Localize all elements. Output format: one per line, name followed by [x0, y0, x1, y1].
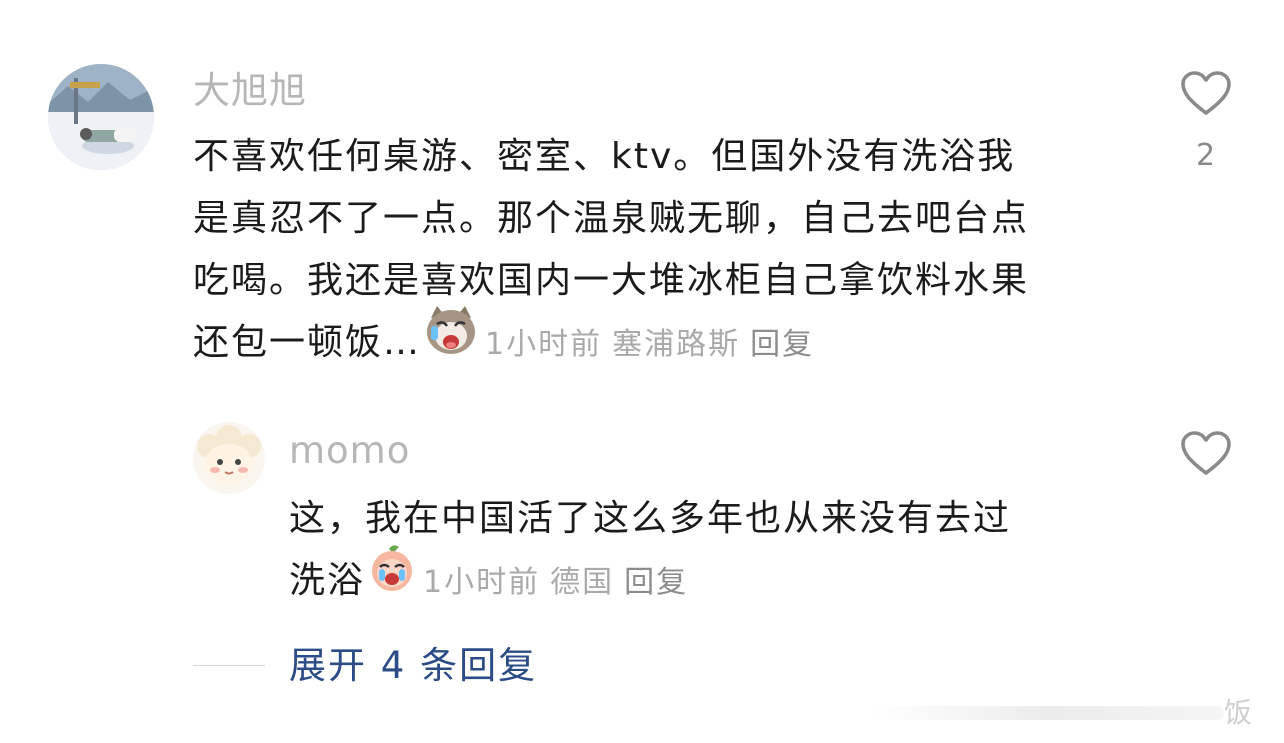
watermark: 饭 [872, 690, 1252, 736]
comment-text-line: 吃喝。我还是喜欢国内一大堆冰柜自己拿饮料水果 [193, 260, 1030, 301]
snow-photo-avatar-icon [48, 64, 154, 170]
comment-text-line: 洗浴 [289, 560, 366, 601]
avatar[interactable] [48, 64, 154, 170]
like-button[interactable] [1180, 70, 1232, 120]
comment-username[interactable]: 大旭旭 [193, 68, 307, 114]
comment-body: 这，我在中国活了这么多年也从来没有去过 洗浴 1小时前 德国 回复 [289, 488, 1011, 613]
watermark-bar [872, 706, 1224, 720]
comment-meta: 1小时前 塞浦路斯 回复 [485, 327, 824, 362]
like-button[interactable] [1180, 430, 1232, 480]
crying-peach-emoji-icon [367, 543, 417, 613]
like-count: 2 [1196, 138, 1216, 173]
heart-outline-icon [1181, 71, 1231, 115]
comment-last-line: 洗浴 1小时前 德国 回复 [289, 545, 1011, 613]
comment-body: 不喜欢任何桌游、密室、ktv。但国外没有洗浴我 是真忍不了一点。那个温泉贼无聊，… [193, 126, 1029, 376]
comment-location: 塞浦路斯 [612, 327, 741, 362]
comment-text-line: 还包一顿饭… [193, 322, 422, 363]
comment-username[interactable]: momo [289, 428, 410, 474]
heart-outline-icon [1181, 431, 1231, 475]
divider [193, 665, 265, 666]
comment-text-line: 这，我在中国活了这么多年也从来没有去过 [289, 498, 1012, 539]
crying-cat-emoji-icon [423, 304, 479, 376]
cartoon-sheep-avatar-icon [193, 422, 265, 494]
comment-text-line: 不喜欢任何桌游、密室、ktv。但国外没有洗浴我 [193, 136, 1016, 177]
reply-button[interactable]: 回复 [624, 565, 688, 600]
comment-meta: 1小时前 德国 回复 [423, 565, 698, 600]
comment-last-line: 还包一顿饭… 1小时前 塞浦路斯 回复 [193, 306, 1029, 376]
comment-time: 1小时前 [485, 327, 603, 362]
comment-text-line: 是真忍不了一点。那个温泉贼无聊，自己去吧台点 [193, 198, 1030, 239]
watermark-text: 饭 [1223, 696, 1252, 729]
comment-location: 德国 [550, 565, 615, 600]
expand-replies-button[interactable]: 展开 4 条回复 [289, 642, 537, 690]
avatar[interactable] [193, 422, 265, 494]
reply-button[interactable]: 回复 [750, 327, 814, 362]
comment-time: 1小时前 [423, 565, 541, 600]
